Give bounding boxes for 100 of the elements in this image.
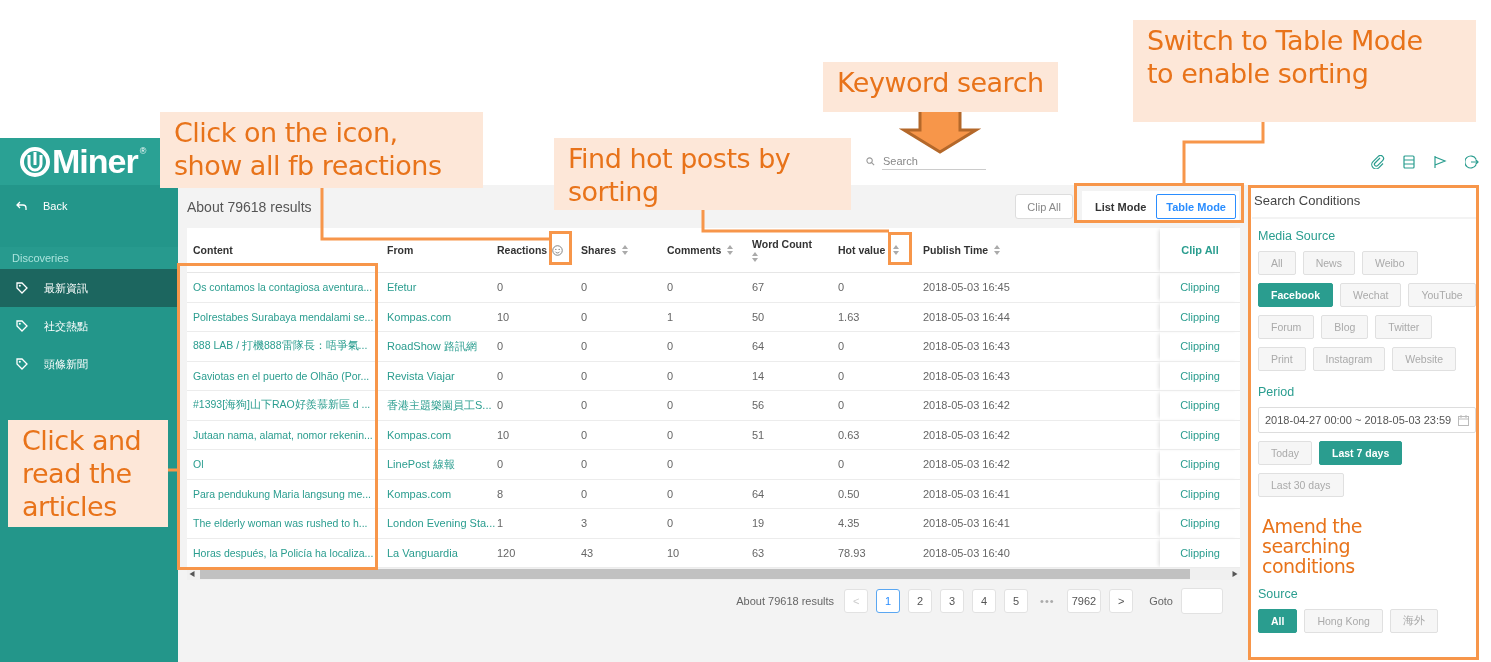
- filter-chip[interactable]: Instagram: [1312, 347, 1386, 371]
- clipping-link[interactable]: Clipping: [1180, 458, 1220, 471]
- clipping-link[interactable]: Clipping: [1180, 340, 1220, 353]
- sort-icon[interactable]: [752, 252, 758, 262]
- callout: Switch to Table Mode to enable sorting: [1133, 20, 1476, 122]
- table-cell: 51: [752, 428, 765, 441]
- results-count: About 79618 results: [736, 595, 835, 607]
- table-cell: 50: [752, 310, 765, 323]
- smiley-icon[interactable]: [552, 244, 564, 256]
- tag-icon: [16, 320, 28, 332]
- clipping-link[interactable]: Clipping: [1180, 281, 1220, 294]
- sort-icon[interactable]: [994, 245, 1001, 255]
- source-link[interactable]: RoadShow 路訊網: [387, 338, 477, 354]
- sidebar-item[interactable]: 社交熱點: [0, 307, 178, 345]
- source-link[interactable]: LinePost 線報: [387, 456, 455, 472]
- filter-chip[interactable]: Website: [1392, 347, 1457, 371]
- source-link[interactable]: 香港主題樂園員工S...: [387, 397, 492, 413]
- table-cell: 0: [667, 517, 674, 530]
- filter-chip[interactable]: News: [1302, 251, 1355, 275]
- source-link[interactable]: Kompas.com: [387, 310, 452, 323]
- column-header: Shares: [581, 244, 617, 256]
- article-link[interactable]: Horas después, la Policía ha localiza...: [193, 546, 374, 559]
- flag-icon[interactable]: [1433, 154, 1447, 169]
- filter-chip[interactable]: Facebook: [1258, 283, 1333, 307]
- clipping-link[interactable]: Clipping: [1180, 487, 1220, 500]
- date-range-field[interactable]: 2018-04-27 00:00 ~ 2018-05-03 23:59: [1258, 407, 1476, 433]
- article-link[interactable]: Polrestabes Surabaya mendalami se...: [193, 310, 374, 323]
- sidebar-item[interactable]: 最新資訊: [0, 269, 178, 307]
- filter-chip[interactable]: All: [1258, 609, 1298, 633]
- clipping-link[interactable]: Clipping: [1180, 399, 1220, 412]
- filter-chip[interactable]: Print: [1258, 347, 1306, 371]
- logout-icon[interactable]: [1465, 154, 1479, 169]
- article-link[interactable]: Para pendukung Maria langsung me...: [193, 487, 372, 500]
- page-button[interactable]: 7962: [1066, 589, 1102, 613]
- annotation-label: Amend the searching conditions: [1262, 516, 1363, 576]
- back-link[interactable]: Back: [0, 187, 178, 225]
- article-link[interactable]: Ol: [193, 458, 204, 471]
- filter-chip[interactable]: Today: [1258, 441, 1313, 465]
- filter-chip[interactable]: YouTube: [1408, 283, 1476, 307]
- filter-chip[interactable]: 海外: [1389, 609, 1438, 633]
- table-cell: 3: [581, 517, 588, 530]
- page-button[interactable]: 3: [940, 589, 965, 613]
- filter-chip[interactable]: Twitter: [1375, 315, 1433, 339]
- table-cell: 0: [497, 281, 504, 294]
- page-button[interactable]: 5: [1004, 589, 1029, 613]
- table-cell: 0: [497, 458, 504, 471]
- page-button[interactable]: 1: [876, 589, 901, 613]
- table-cell: 0: [581, 428, 588, 441]
- clipping-link[interactable]: Clipping: [1180, 428, 1220, 441]
- filter-chip[interactable]: All: [1258, 251, 1296, 275]
- table-cell: 2018-05-03 16:41: [923, 517, 1010, 530]
- section-label: Discoveries: [0, 247, 178, 269]
- mode-tab[interactable]: Table Mode: [1156, 194, 1236, 219]
- sort-icon[interactable]: [622, 245, 629, 255]
- source-link[interactable]: London Evening Sta...: [387, 517, 496, 530]
- filter-chip[interactable]: Last 30 days: [1258, 473, 1344, 497]
- article-link[interactable]: Os contamos la contagiosa aventura...: [193, 281, 373, 294]
- clip-all-button[interactable]: Clip All: [1015, 194, 1073, 219]
- column-header: Content: [193, 244, 233, 256]
- sort-icon[interactable]: [727, 245, 734, 255]
- clipping-link[interactable]: Clipping: [1180, 369, 1220, 382]
- clipping-link[interactable]: Clipping: [1180, 546, 1220, 559]
- scroll-right-icon[interactable]: [1230, 571, 1240, 577]
- highlight-frame: [549, 231, 572, 265]
- database-icon[interactable]: [1403, 154, 1415, 169]
- table-cell: 0: [581, 281, 588, 294]
- filter-chip[interactable]: Hong Kong: [1304, 609, 1383, 633]
- table-cell: 64: [752, 487, 765, 500]
- mode-tab[interactable]: List Mode: [1084, 194, 1157, 219]
- page-button[interactable]: 2: [908, 589, 933, 613]
- scroll-left-icon[interactable]: [187, 571, 197, 577]
- filter-chip[interactable]: Weibo: [1361, 251, 1418, 275]
- table-cell: 1: [667, 310, 674, 323]
- filter-chip[interactable]: Wechat: [1340, 283, 1402, 307]
- clip-all-link[interactable]: Clip All: [1181, 244, 1219, 256]
- page-button[interactable]: 4: [972, 589, 997, 613]
- source-link[interactable]: Kompas.com: [387, 487, 452, 500]
- article-link[interactable]: The elderly woman was rushed to h...: [193, 517, 368, 530]
- paperclip-icon[interactable]: [1371, 154, 1385, 169]
- filter-chip[interactable]: Blog: [1321, 315, 1369, 339]
- goto-field[interactable]: [1181, 588, 1223, 614]
- source-link[interactable]: Revista Viajar: [387, 369, 455, 382]
- source-link[interactable]: Kompas.com: [387, 428, 452, 441]
- source-link[interactable]: Efetur: [387, 281, 417, 294]
- article-link[interactable]: Jutaan nama, alamat, nomor rekenin...: [193, 428, 373, 441]
- filter-chip[interactable]: Last 7 days: [1319, 441, 1403, 465]
- callout: Keyword search: [823, 62, 1058, 112]
- source-link[interactable]: La Vanguardia: [387, 546, 458, 559]
- article-link[interactable]: 888 LAB / 打機888雷隊長：唔爭氣...: [193, 339, 368, 354]
- sidebar-item[interactable]: 頭條新聞: [0, 345, 178, 383]
- clipping-link[interactable]: Clipping: [1180, 517, 1220, 530]
- article-link[interactable]: Gaviotas en el puerto de Olhão (Por...: [193, 369, 370, 382]
- clipping-link[interactable]: Clipping: [1180, 310, 1220, 323]
- registered-mark: ®: [139, 146, 147, 156]
- table-cell: 2018-05-03 16:44: [923, 310, 1010, 323]
- sort-icon[interactable]: [893, 245, 900, 255]
- next-page-button[interactable]: >: [1109, 589, 1134, 613]
- filter-chip[interactable]: Forum: [1258, 315, 1315, 339]
- article-link[interactable]: #1393[海狗]山下RAO好羨慕新區 d ...: [193, 398, 371, 413]
- table-cell: 0: [581, 399, 588, 412]
